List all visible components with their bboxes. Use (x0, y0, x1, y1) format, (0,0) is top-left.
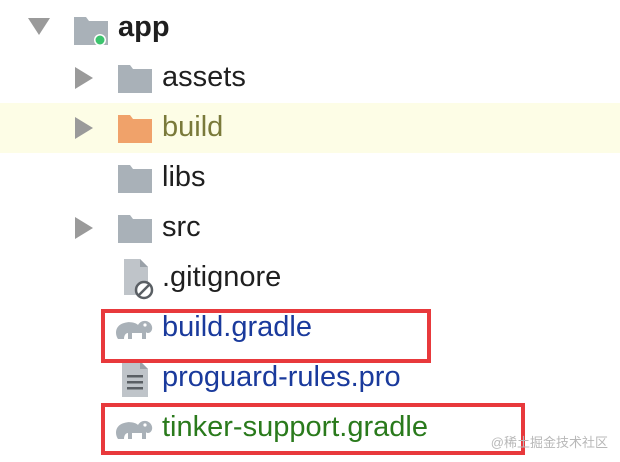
tree-label-gitignore: .gitignore (162, 261, 282, 293)
collapse-arrow-icon[interactable] (28, 18, 50, 35)
text-file-icon (122, 361, 148, 397)
tree-label-proguard: proguard-rules.pro (162, 361, 401, 393)
tree-label-src: src (162, 211, 201, 243)
annotation-box-tinker-support (101, 403, 525, 455)
project-tree: app assets build libs src .gitignore bui… (0, 0, 620, 462)
tree-label-app: app (118, 11, 170, 43)
watermark: @稀土掘金技术社区 (490, 435, 608, 450)
tree-row-app[interactable]: app (0, 3, 620, 53)
folder-icon (118, 215, 152, 243)
tree-label-assets: assets (162, 61, 246, 93)
expand-arrow-icon[interactable] (75, 67, 93, 89)
expand-arrow-icon[interactable] (75, 117, 93, 139)
tree-label-libs: libs (162, 161, 206, 193)
excluded-folder-icon (118, 115, 152, 143)
tree-row-gitignore[interactable]: .gitignore (0, 253, 620, 303)
ignored-file-icon (124, 259, 154, 300)
annotation-box-build-gradle (101, 309, 431, 363)
tree-row-build[interactable]: build (0, 103, 620, 153)
tree-row-libs[interactable]: libs (0, 153, 620, 203)
module-folder-icon (74, 17, 108, 46)
folder-icon (118, 165, 152, 193)
folder-icon (118, 65, 152, 93)
expand-arrow-icon[interactable] (75, 217, 93, 239)
tree-row-src[interactable]: src (0, 203, 620, 253)
tree-label-build: build (162, 111, 224, 143)
tree-row-assets[interactable]: assets (0, 53, 620, 103)
